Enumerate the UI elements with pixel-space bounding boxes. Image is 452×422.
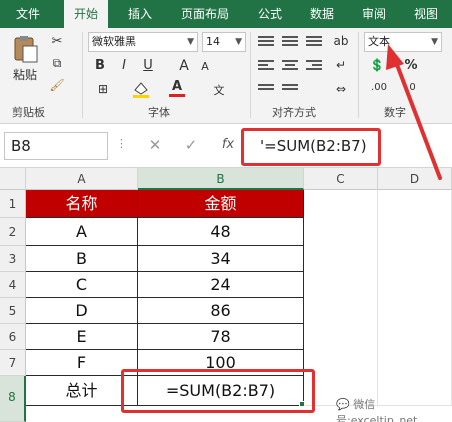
annotation-arrow [386,44,442,180]
wechat-icon: 💬 [336,398,350,411]
watermark: 💬 微信号:exceltip_net [336,396,452,422]
